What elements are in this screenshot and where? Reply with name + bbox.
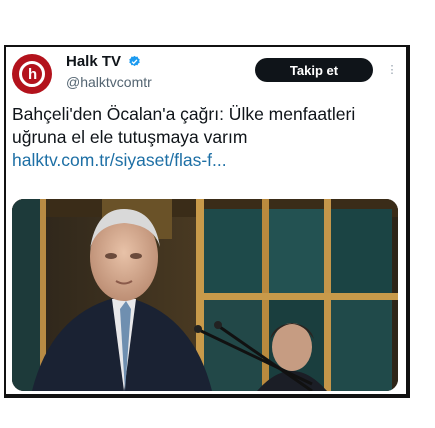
account-name[interactable]: Halk TV (66, 53, 121, 70)
halktv-logo-icon: h (19, 61, 45, 87)
avatar-glyph: h (28, 66, 38, 83)
tweet-link[interactable]: halktv.com.tr/siyaset/flas-f... (12, 150, 227, 170)
media-photo (12, 199, 398, 391)
account-handle[interactable]: @halktvcomtr (66, 74, 152, 90)
scrollbar[interactable] (407, 110, 410, 230)
tweet-text: Bahçeli'den Öcalan'a çağrı: Ülke menfaat… (12, 104, 356, 147)
more-icon[interactable]: ⋮ (386, 60, 398, 80)
tweet-header: h Halk TV @halktvcomtr Takip et ⋮ (12, 52, 404, 96)
tweet-media-image[interactable] (12, 199, 398, 391)
avatar[interactable]: h (12, 54, 52, 94)
follow-button[interactable]: Takip et (255, 58, 373, 82)
verified-badge-icon (129, 55, 140, 67)
tweet-body: Bahçeli'den Öcalan'a çağrı: Ülke menfaat… (12, 103, 404, 172)
